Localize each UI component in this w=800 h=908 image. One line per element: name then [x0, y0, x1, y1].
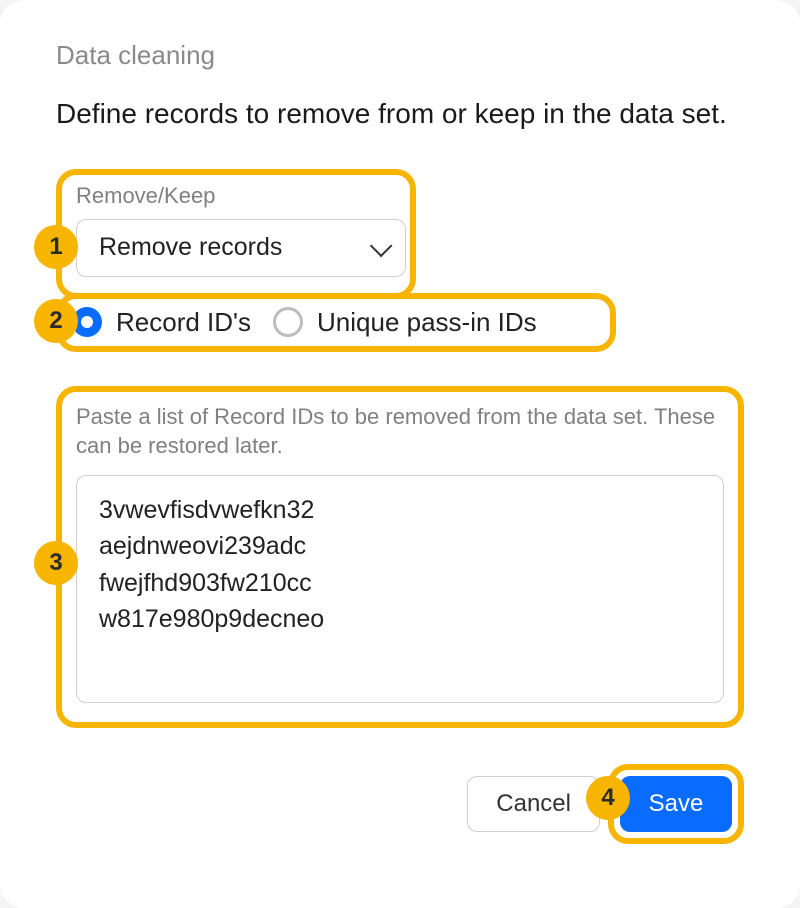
step2-highlight: Record ID's Unique pass-in IDs: [56, 293, 616, 352]
step-badge-1: 1: [34, 225, 78, 269]
step-badge-4: 4: [586, 776, 630, 820]
ids-help-text: Paste a list of Record IDs to be removed…: [76, 402, 724, 461]
record-ids-textarea[interactable]: [76, 475, 724, 703]
remove-keep-label: Remove/Keep: [76, 183, 396, 209]
step3-highlight: Paste a list of Record IDs to be removed…: [56, 386, 744, 728]
remove-keep-select[interactable]: Remove records: [76, 219, 406, 277]
save-button[interactable]: Save: [620, 776, 732, 832]
radio-unique-passin-ids[interactable]: Unique pass-in IDs: [273, 307, 537, 338]
radio-unique-passin-ids-label: Unique pass-in IDs: [317, 307, 537, 338]
chevron-down-icon: [370, 234, 393, 257]
step-badge-3: 3: [34, 541, 78, 585]
data-cleaning-panel: Data cleaning Define records to remove f…: [0, 0, 800, 908]
section-title: Data cleaning: [56, 40, 744, 71]
radio-unchecked-icon: [273, 307, 303, 337]
radio-record-ids[interactable]: Record ID's: [72, 307, 251, 338]
remove-keep-selected-value: Remove records: [99, 233, 282, 262]
buttons-row: Cancel 4 Save: [56, 764, 744, 844]
cancel-button[interactable]: Cancel: [467, 776, 600, 832]
panel-description: Define records to remove from or keep in…: [56, 95, 744, 133]
radio-record-ids-label: Record ID's: [116, 307, 251, 338]
step-badge-2: 2: [34, 299, 78, 343]
step1-highlight: Remove/Keep Remove records: [56, 169, 416, 299]
